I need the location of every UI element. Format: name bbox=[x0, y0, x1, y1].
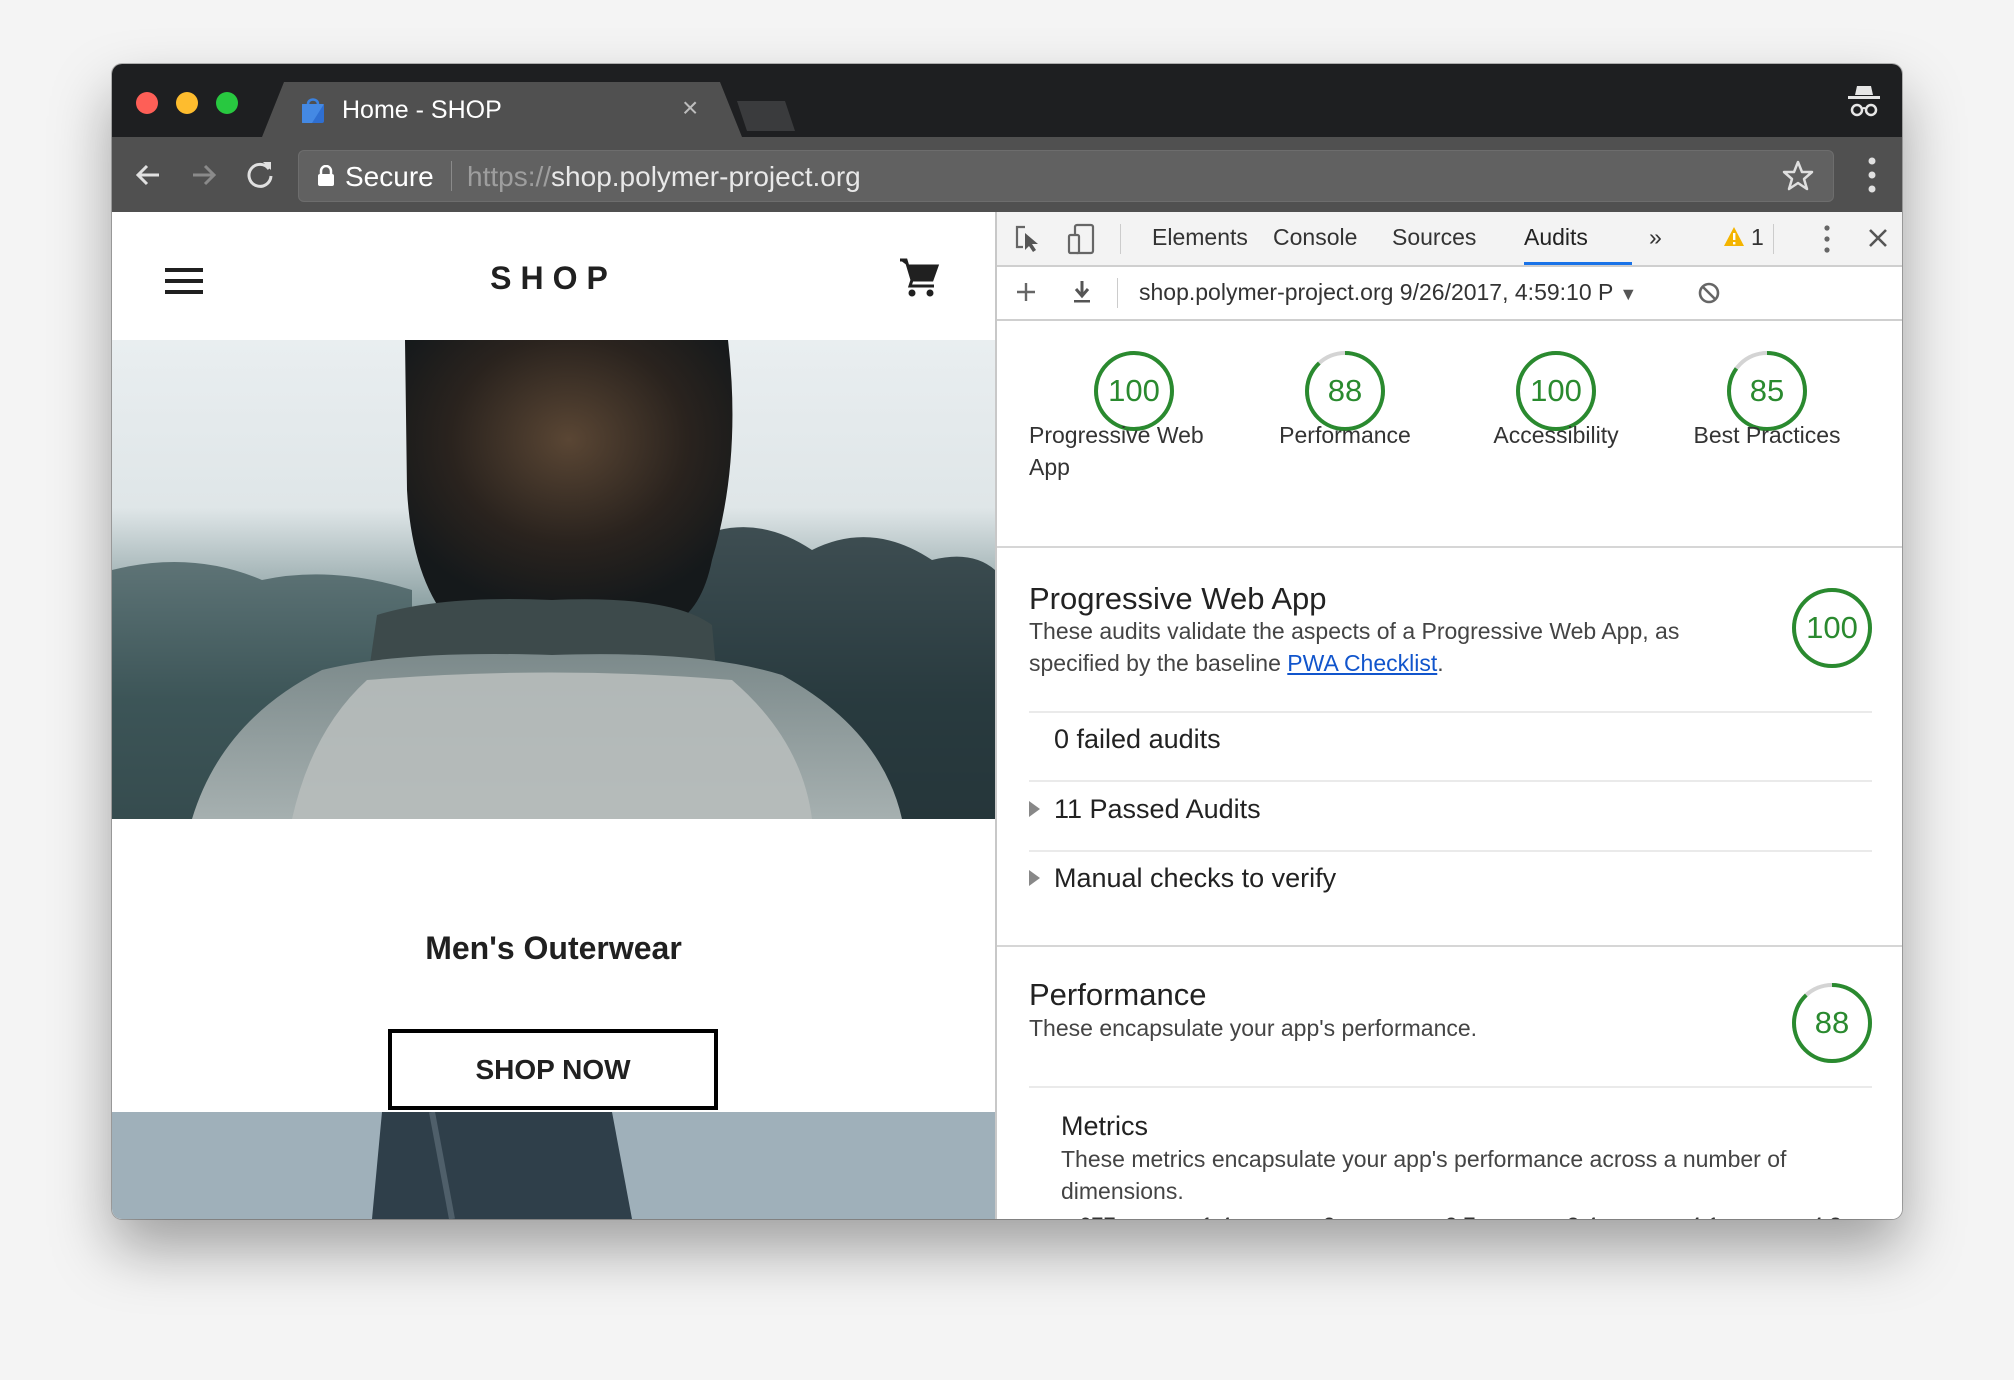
pwa-section-title: Progressive Web App bbox=[1029, 581, 1327, 616]
gauge-pwa-section: 100 bbox=[1790, 586, 1874, 670]
report-selector-text: shop.polymer-project.org 9/26/2017, 4:59… bbox=[1139, 279, 1613, 305]
address-bar[interactable]: Secure https://shop.polymer-project.org bbox=[298, 150, 1834, 202]
pwa-section-description: These audits validate the aspects of a P… bbox=[1029, 615, 1749, 679]
bookmark-star-icon[interactable] bbox=[1781, 159, 1815, 193]
timeline-tick-label: 4.8 s bbox=[1811, 1213, 1859, 1219]
timeline-tick-label: 2.7 s bbox=[1445, 1213, 1493, 1219]
manual-checks-label: Manual checks to verify bbox=[1054, 863, 1337, 893]
performance-section-title: Performance bbox=[1029, 977, 1207, 1012]
section-divider bbox=[997, 546, 1902, 548]
new-audit-plus-icon[interactable] bbox=[1015, 281, 1037, 303]
forward-arrow-icon bbox=[193, 164, 217, 186]
devtools-panel: Elements Console Sources Audits » 1 shop… bbox=[995, 212, 1902, 1219]
manual-checks-row[interactable]: Manual checks to verify bbox=[1029, 863, 1336, 894]
tab-elements[interactable]: Elements bbox=[1152, 224, 1248, 251]
report-selector[interactable]: shop.polymer-project.org 9/26/2017, 4:59… bbox=[1139, 279, 1637, 306]
device-toolbar-icon[interactable] bbox=[1067, 223, 1097, 255]
back-arrow-icon bbox=[135, 164, 159, 186]
dropdown-arrow-icon: ▼ bbox=[1619, 284, 1638, 304]
second-category-image[interactable] bbox=[112, 1112, 995, 1219]
timeline-tick-label: 677 ms bbox=[1079, 1213, 1151, 1219]
expand-triangle-icon bbox=[1029, 800, 1040, 817]
timeline-tick-label: 3.4 s bbox=[1567, 1213, 1615, 1219]
expand-triangle-icon bbox=[1029, 869, 1040, 886]
url-text[interactable]: https://shop.polymer-project.org bbox=[467, 161, 861, 193]
web-page: SHOP Men's Outerwear SHOP NOW bbox=[112, 212, 995, 1219]
row-divider bbox=[1029, 850, 1872, 852]
tab-audits[interactable]: Audits bbox=[1524, 224, 1588, 251]
reload-button[interactable] bbox=[240, 155, 280, 195]
row-divider bbox=[1029, 780, 1872, 782]
forward-button[interactable] bbox=[184, 155, 224, 195]
devtools-tab-bar: Elements Console Sources Audits » 1 bbox=[997, 212, 1902, 267]
pwa-checklist-link[interactable]: PWA Checklist bbox=[1287, 650, 1437, 676]
gauge-performance-section: 88 bbox=[1790, 981, 1874, 1065]
row-divider bbox=[1029, 711, 1872, 713]
metrics-description: These metrics encapsulate your app's per… bbox=[1061, 1146, 1787, 1204]
tab-title: Home - SHOP bbox=[342, 96, 502, 124]
passed-audits-row[interactable]: 11 Passed Audits bbox=[1029, 794, 1261, 825]
active-tab-indicator bbox=[1524, 262, 1632, 265]
gauge-label: Best Practices bbox=[1693, 422, 1841, 448]
favicon-shop-bag-icon bbox=[302, 98, 324, 123]
warning-icon[interactable] bbox=[1723, 226, 1745, 248]
gauge-score: 100 bbox=[1806, 610, 1858, 645]
tab-shape bbox=[262, 82, 742, 137]
audits-report: 100 Progressive Web App 88 Performance 1… bbox=[997, 321, 1902, 1219]
tab-console[interactable]: Console bbox=[1273, 224, 1357, 251]
audits-toolbar: shop.polymer-project.org 9/26/2017, 4:59… bbox=[997, 267, 1902, 321]
tab-sources[interactable]: Sources bbox=[1392, 224, 1476, 251]
tab-strip: Home - SHOP × bbox=[112, 64, 1902, 137]
timeline-tick-label: 2 s bbox=[1323, 1213, 1352, 1219]
more-tabs-button[interactable]: » bbox=[1649, 224, 1662, 251]
gauge-score: 88 bbox=[1814, 1005, 1850, 1040]
secure-label: Secure bbox=[345, 161, 434, 192]
minimize-window-button[interactable] bbox=[176, 92, 198, 114]
performance-section-description: These encapsulate your app's performance… bbox=[1029, 1015, 1478, 1041]
shop-logo[interactable]: SHOP bbox=[112, 260, 995, 297]
warning-count[interactable]: 1 bbox=[1751, 224, 1764, 251]
url-host: shop.polymer-project.org bbox=[551, 161, 861, 192]
gauge-label: Accessibility bbox=[1493, 422, 1619, 448]
close-window-button[interactable] bbox=[136, 92, 158, 114]
metrics-title: Metrics bbox=[1061, 1111, 1148, 1141]
new-tab-button[interactable] bbox=[737, 101, 797, 131]
browser-window: Home - SHOP × Secure https://shop.polyme… bbox=[112, 64, 1902, 1219]
tab-close-icon[interactable]: × bbox=[682, 92, 698, 124]
toolbar-separator bbox=[1773, 224, 1774, 254]
toolbar-separator bbox=[1120, 224, 1121, 254]
passed-audits-label: 11 Passed Audits bbox=[1054, 794, 1261, 824]
maximize-window-button[interactable] bbox=[216, 92, 238, 114]
timeline-tick-label: 4.1 s bbox=[1689, 1213, 1737, 1219]
pwa-desc-end: . bbox=[1437, 650, 1444, 676]
download-report-icon[interactable] bbox=[1071, 279, 1093, 305]
shopping-cart-icon[interactable] bbox=[898, 256, 940, 298]
clear-reports-icon[interactable] bbox=[1697, 281, 1721, 305]
close-devtools-icon[interactable] bbox=[1867, 227, 1889, 249]
url-scheme: https:// bbox=[467, 161, 552, 192]
inspect-element-icon[interactable] bbox=[1013, 223, 1043, 253]
devtools-menu-icon[interactable] bbox=[1823, 225, 1831, 253]
gauge-label: Progressive Web App bbox=[1029, 422, 1204, 480]
failed-audits-row: 0 failed audits bbox=[1029, 724, 1221, 755]
omnibox-separator bbox=[451, 161, 452, 191]
menu-kebab-icon[interactable] bbox=[1868, 157, 1876, 193]
incognito-icon bbox=[1848, 86, 1880, 117]
category-title: Men's Outerwear bbox=[425, 930, 682, 966]
timeline-tick-label: 1.4 s bbox=[1201, 1213, 1249, 1219]
shop-now-button[interactable]: SHOP NOW bbox=[388, 1029, 718, 1110]
browser-tab[interactable]: Home - SHOP × bbox=[262, 82, 742, 137]
back-button[interactable] bbox=[128, 155, 168, 195]
failed-audits-label: 0 failed audits bbox=[1054, 724, 1221, 754]
toolbar-separator bbox=[1117, 278, 1118, 308]
browser-toolbar: Secure https://shop.polymer-project.org bbox=[112, 137, 1902, 212]
lock-icon bbox=[318, 165, 334, 186]
section-divider bbox=[997, 945, 1902, 947]
row-divider bbox=[1029, 1086, 1872, 1088]
reload-icon bbox=[247, 162, 273, 188]
gauge-label: Performance bbox=[1279, 422, 1411, 448]
hero-image[interactable] bbox=[112, 340, 995, 819]
